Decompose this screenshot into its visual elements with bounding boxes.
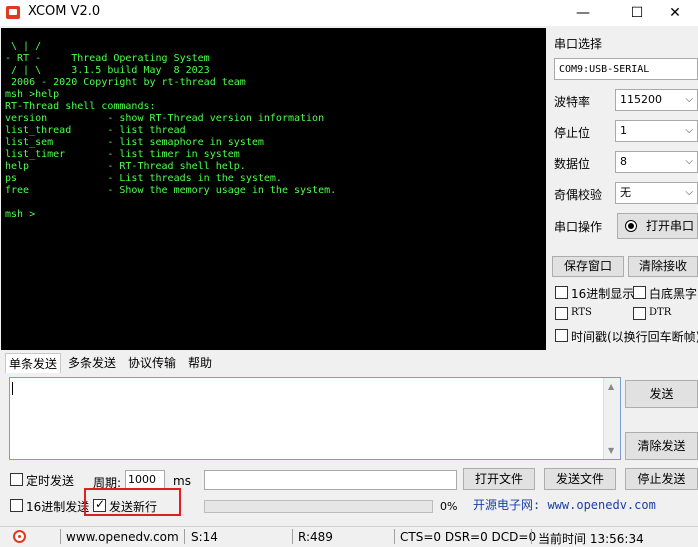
- white-black-label: 白底黑字: [649, 287, 698, 301]
- stop-bits-value: 1: [620, 124, 627, 137]
- rts-checkbox[interactable]: [555, 307, 568, 320]
- port-select[interactable]: COM9:USB-SERIAL: [554, 58, 698, 80]
- minimize-icon[interactable]: —: [560, 0, 606, 26]
- send-file-button[interactable]: 发送文件: [544, 468, 616, 490]
- data-bits-select[interactable]: 8 ⌵: [615, 151, 698, 173]
- white-black-checkbox[interactable]: [633, 286, 646, 299]
- send-scrollbar[interactable]: ▲ ▼: [603, 378, 620, 459]
- terminal-line: help - RT-Thread shell help.: [5, 161, 246, 172]
- terminal-line: msh >: [5, 209, 36, 220]
- open-port-button[interactable]: 打开串口: [617, 213, 698, 239]
- data-bits-value: 8: [620, 155, 627, 168]
- progress-text: 0%: [440, 500, 458, 513]
- terminal-line: list_sem - list semaphore in system: [5, 137, 264, 148]
- tab-single-send[interactable]: 单条发送: [5, 353, 62, 373]
- terminal-line: list_timer - list timer in system: [5, 149, 240, 160]
- terminal-line: version - show RT-Thread version informa…: [5, 113, 325, 124]
- status-sent-count: S:14: [191, 530, 218, 544]
- timed-send-label: 定时发送: [26, 474, 75, 488]
- text-cursor: [12, 382, 13, 395]
- dtr-checkbox[interactable]: [633, 307, 646, 320]
- scroll-down-icon[interactable]: ▼: [608, 446, 614, 455]
- stop-send-button[interactable]: 停止发送: [625, 468, 698, 490]
- app-logo-icon: [6, 6, 20, 19]
- chevron-down-icon: ⌵: [685, 94, 693, 105]
- highlight-annotation: [84, 488, 181, 516]
- port-label: 串口选择: [554, 37, 603, 51]
- baud-label: 波特率: [554, 95, 591, 109]
- send-textarea[interactable]: ▲ ▼: [9, 377, 621, 460]
- clear-receive-button[interactable]: 清除接收: [628, 256, 698, 277]
- save-window-button[interactable]: 保存窗口: [552, 256, 624, 277]
- dtr-label: DTR: [649, 307, 672, 318]
- open-port-label: 打开串口: [646, 219, 695, 233]
- chevron-down-icon: ⌵: [685, 187, 693, 198]
- rts-label: RTS: [571, 307, 592, 318]
- terminal-line: msh >help: [5, 89, 60, 100]
- radio-icon: [625, 220, 637, 232]
- status-bar: www.openedv.com S:14 R:489 CTS=0 DSR=0 D…: [0, 526, 698, 546]
- status-signals: CTS=0 DSR=0 DCD=0: [400, 530, 537, 544]
- hex-send-label: 16进制发送: [26, 500, 90, 514]
- title-bar: XCOM V2.0 — ☐ ✕: [0, 0, 698, 26]
- parity-select[interactable]: 无 ⌵: [615, 182, 698, 204]
- chevron-down-icon: ⌵: [685, 125, 693, 136]
- send-button[interactable]: 发送: [625, 380, 698, 408]
- baud-value: 115200: [620, 93, 662, 106]
- scroll-up-icon[interactable]: ▲: [608, 382, 614, 391]
- status-time: 当前时间 13:56:34: [538, 532, 644, 546]
- terminal-line: - RT - Thread Operating System: [5, 53, 210, 64]
- terminal-line: RT-Thread shell commands:: [5, 101, 156, 112]
- open-file-button[interactable]: 打开文件: [463, 468, 535, 490]
- timestamp-checkbox[interactable]: [555, 329, 568, 342]
- terminal-line: / | \ 3.1.5 build May 8 2023: [5, 65, 210, 76]
- tab-protocol[interactable]: 协议传输: [125, 353, 179, 373]
- hex-send-checkbox[interactable]: [10, 499, 23, 512]
- parity-value: 无: [620, 186, 631, 199]
- tab-help[interactable]: 帮助: [185, 353, 215, 373]
- period-unit: ms: [173, 474, 191, 488]
- baud-select[interactable]: 115200 ⌵: [615, 89, 698, 111]
- terminal-line: 2006 - 2020 Copyright by rt-thread team: [5, 77, 246, 88]
- timed-send-checkbox[interactable]: [10, 473, 23, 486]
- terminal-line: ps - List threads in the system.: [5, 173, 282, 184]
- chevron-down-icon: ⌵: [685, 156, 693, 167]
- serial-op-label: 串口操作: [554, 220, 603, 234]
- port-value: COM9:USB-SERIAL: [559, 64, 650, 75]
- send-progress-bar: [204, 500, 433, 513]
- terminal-line: \ | /: [5, 41, 42, 52]
- data-bits-label: 数据位: [554, 157, 591, 171]
- gear-icon[interactable]: [13, 530, 26, 543]
- receive-terminal[interactable]: \ | / - RT - Thread Operating System / | …: [1, 28, 546, 350]
- file-path-input[interactable]: [204, 470, 457, 490]
- close-icon[interactable]: ✕: [652, 0, 698, 26]
- website-watermark: 开源电子网: www.openedv.com: [473, 498, 656, 512]
- timestamp-label: 时间戳(以换行回车断帧): [571, 330, 698, 344]
- window-title: XCOM V2.0: [28, 4, 101, 19]
- hex-display-checkbox[interactable]: [555, 286, 568, 299]
- status-received-count: R:489: [298, 530, 333, 544]
- period-input[interactable]: 1000: [125, 470, 165, 489]
- status-website[interactable]: www.openedv.com: [66, 530, 179, 544]
- parity-label: 奇偶校验: [554, 188, 603, 202]
- stop-bits-label: 停止位: [554, 126, 591, 140]
- tab-multi-send[interactable]: 多条发送: [65, 353, 119, 373]
- terminal-line: free - Show the memory usage in the syst…: [5, 185, 337, 196]
- terminal-line: list_thread - list thread: [5, 125, 186, 136]
- clear-send-button[interactable]: 清除发送: [625, 432, 698, 460]
- hex-display-label: 16进制显示: [571, 287, 635, 301]
- stop-bits-select[interactable]: 1 ⌵: [615, 120, 698, 142]
